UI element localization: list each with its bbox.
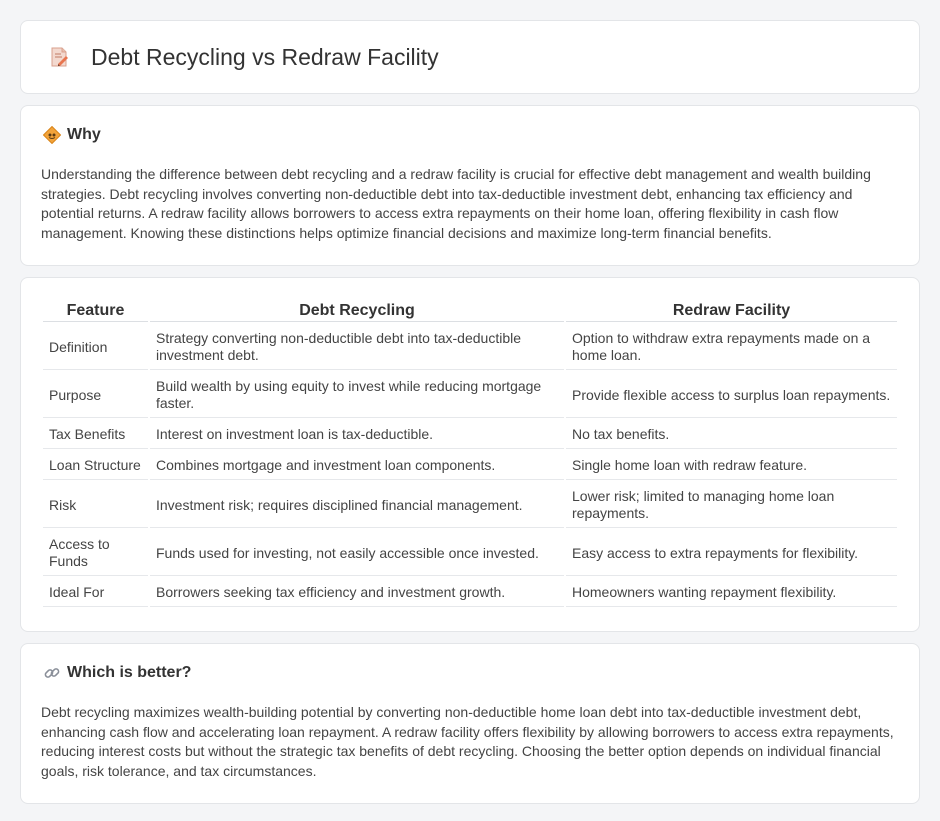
- why-section: Why Understanding the difference between…: [20, 105, 920, 266]
- feature-cell: Purpose: [43, 372, 148, 418]
- feature-cell: Risk: [43, 482, 148, 528]
- debt-recycling-cell: Investment risk; requires disciplined fi…: [150, 482, 564, 528]
- debt-recycling-cell: Borrowers seeking tax efficiency and inv…: [150, 578, 564, 607]
- link-icon: [43, 664, 61, 682]
- feature-cell: Access to Funds: [43, 530, 148, 576]
- debt-recycling-cell: Build wealth by using equity to invest w…: [150, 372, 564, 418]
- redraw-facility-cell: Provide flexible access to surplus loan …: [566, 372, 897, 418]
- which-title: Which is better?: [67, 664, 192, 681]
- feature-cell: Loan Structure: [43, 451, 148, 480]
- feature-cell: Tax Benefits: [43, 420, 148, 449]
- comparison-table: Feature Debt Recycling Redraw Facility D…: [41, 298, 899, 609]
- page-title: Debt Recycling vs Redraw Facility: [91, 43, 439, 70]
- header-feature: Feature: [43, 300, 148, 322]
- header-card: Debt Recycling vs Redraw Facility: [20, 20, 920, 94]
- why-text: Understanding the difference between deb…: [41, 166, 871, 241]
- table-row: Access to Funds Funds used for investing…: [43, 530, 897, 576]
- table-row: Risk Investment risk; requires disciplin…: [43, 482, 897, 528]
- table-header-row: Feature Debt Recycling Redraw Facility: [43, 300, 897, 322]
- table-row: Ideal For Borrowers seeking tax efficien…: [43, 578, 897, 607]
- redraw-facility-cell: No tax benefits.: [566, 420, 897, 449]
- debt-recycling-cell: Combines mortgage and investment loan co…: [150, 451, 564, 480]
- debt-recycling-cell: Strategy converting non-deductible debt …: [150, 324, 564, 370]
- header-debt-recycling: Debt Recycling: [150, 300, 564, 322]
- redraw-facility-cell: Single home loan with redraw feature.: [566, 451, 897, 480]
- why-heading: Why: [43, 126, 899, 144]
- table-row: Purpose Build wealth by using equity to …: [43, 372, 897, 418]
- table-row: Tax Benefits Interest on investment loan…: [43, 420, 897, 449]
- debt-recycling-cell: Funds used for investing, not easily acc…: [150, 530, 564, 576]
- document-pen-icon: [47, 45, 71, 69]
- which-text: Debt recycling maximizes wealth-building…: [41, 704, 894, 779]
- redraw-facility-cell: Homeowners wanting repayment flexibility…: [566, 578, 897, 607]
- feature-cell: Ideal For: [43, 578, 148, 607]
- diamond-sign-icon: [43, 126, 61, 144]
- redraw-facility-cell: Option to withdraw extra repayments made…: [566, 324, 897, 370]
- why-title: Why: [67, 126, 101, 143]
- table-row: Loan Structure Combines mortgage and inv…: [43, 451, 897, 480]
- debt-recycling-cell: Interest on investment loan is tax-deduc…: [150, 420, 564, 449]
- table-row: Definition Strategy converting non-deduc…: [43, 324, 897, 370]
- redraw-facility-cell: Lower risk; limited to managing home loa…: [566, 482, 897, 528]
- comparison-card: Feature Debt Recycling Redraw Facility D…: [20, 277, 920, 632]
- which-heading: Which is better?: [43, 664, 899, 682]
- feature-cell: Definition: [43, 324, 148, 370]
- which-section: Which is better? Debt recycling maximize…: [20, 643, 920, 804]
- redraw-facility-cell: Easy access to extra repayments for flex…: [566, 530, 897, 576]
- header-redraw-facility: Redraw Facility: [566, 300, 897, 322]
